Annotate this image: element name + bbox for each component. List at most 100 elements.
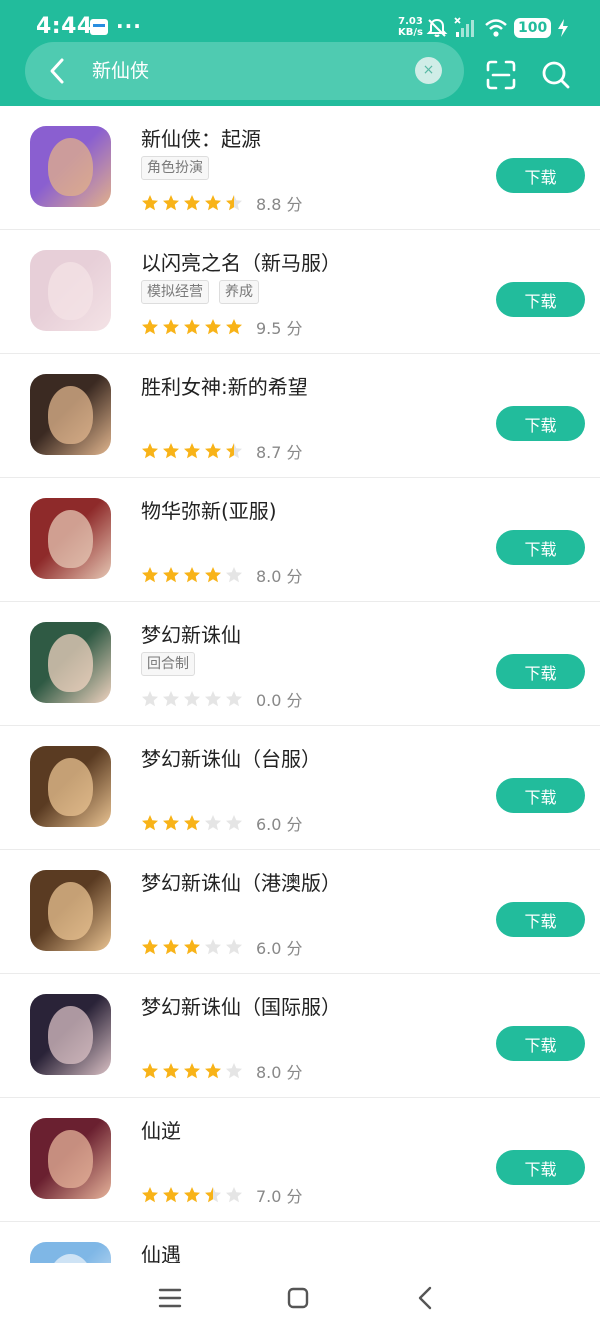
app-name[interactable]: 梦幻新诛仙（台服） [141,743,321,772]
mute-bell-icon [426,18,448,37]
list-item[interactable]: 梦幻新诛仙（台服） 6.0 分 下载 [0,726,600,850]
app-tag: 回合制 [141,652,195,676]
star-rating [141,1062,243,1080]
app-icon[interactable] [30,1118,111,1199]
star-icon [184,1063,200,1079]
star-rating [141,318,243,336]
home-square-icon [287,1287,309,1309]
app-icon-figure [48,634,93,692]
star-icon [184,1187,200,1203]
download-button[interactable]: 下载 [496,902,585,937]
star-icon [184,319,200,335]
star-icon [226,1063,242,1079]
clear-search-button[interactable]: × [415,57,442,84]
app-icon[interactable] [30,870,111,951]
download-button[interactable]: 下载 [496,282,585,317]
app-icon[interactable] [30,746,111,827]
download-button[interactable]: 下载 [496,158,585,193]
star-icon [142,1063,158,1079]
app-name[interactable]: 梦幻新诛仙（港澳版） [141,867,341,896]
score-text: 6.0 分 [256,939,303,958]
star-icon [184,691,200,707]
battery-level: 100 [514,18,552,38]
status-bar: 4:44 ··· 7.03 KB/s 100 [0,0,600,40]
app-icon[interactable] [30,498,111,579]
download-button[interactable]: 下载 [496,406,585,441]
app-name[interactable]: 梦幻新诛仙（国际服） [141,991,341,1020]
star-icon [184,195,200,211]
app-name[interactable]: 新仙侠：起源 [141,123,261,152]
status-time: 4:44 [36,14,93,39]
list-item[interactable]: 梦幻新诛仙（港澳版） 6.0 分 下载 [0,850,600,974]
star-icon [205,1187,221,1203]
search-results-list: 新仙侠：起源 角色扮演 8.8 分下载 以闪亮之名（新马服） 模拟经营 养成 9.5 分下载… [0,106,600,1263]
list-item[interactable]: 胜利女神:新的希望 8.7 分 下载 [0,354,600,478]
list-item[interactable]: 新仙侠：起源 角色扮演 8.8 分 下载 [0,106,600,230]
app-icon[interactable] [30,250,111,331]
star-icon [184,815,200,831]
search-button[interactable] [539,58,573,92]
download-button[interactable]: 下载 [496,1026,585,1061]
app-name[interactable]: 胜利女神:新的希望 [141,371,308,400]
app-tags: 回合制 [141,652,195,676]
app-name[interactable]: 梦幻新诛仙 [141,619,241,648]
star-icon [226,195,242,211]
search-input[interactable] [92,55,402,87]
star-rating [141,194,243,212]
home-button[interactable] [281,1281,315,1315]
star-icon [163,939,179,955]
wifi-icon [485,19,507,37]
app-icon[interactable] [30,126,111,207]
app-name[interactable]: 物华弥新(亚服) [141,495,277,524]
star-icon [163,567,179,583]
list-item[interactable]: 仙逆 7.0 分 下载 [0,1098,600,1222]
rating: 8.7 分 [141,439,303,463]
score-text: 8.0 分 [256,1063,303,1082]
score-text: 7.0 分 [256,1187,303,1206]
list-item[interactable]: 仙遇 [0,1222,600,1263]
download-button[interactable]: 下载 [496,654,585,689]
star-icon [163,1063,179,1079]
download-button[interactable]: 下载 [496,530,585,565]
charging-icon [558,19,569,37]
app-icon[interactable] [30,374,111,455]
app-tags: 模拟经营 养成 [141,280,259,304]
app-tag: 养成 [219,280,259,304]
score-text: 0.0 分 [256,691,303,710]
list-item[interactable]: 以闪亮之名（新马服） 模拟经营 养成 9.5 分 下载 [0,230,600,354]
rating: 7.0 分 [141,1183,303,1207]
score-text: 8.0 分 [256,567,303,586]
star-rating [141,442,243,460]
list-item[interactable]: 物华弥新(亚服) 8.0 分 下载 [0,478,600,602]
app-icon[interactable] [30,622,111,703]
star-icon [205,195,221,211]
net-speed-unit: KB/s [398,27,423,38]
app-tag: 角色扮演 [141,156,209,180]
recent-apps-button[interactable] [153,1281,187,1315]
star-rating [141,690,243,708]
nav-back-button[interactable] [409,1281,443,1315]
rating: 6.0 分 [141,811,303,835]
scan-button[interactable] [484,58,518,92]
list-item[interactable]: 梦幻新诛仙回合制 0.0 分 下载 [0,602,600,726]
app-tags: 角色扮演 [141,156,209,180]
download-button[interactable]: 下载 [496,778,585,813]
app-name[interactable]: 仙遇 [141,1239,181,1263]
star-icon [142,1187,158,1203]
star-icon [184,939,200,955]
download-button[interactable]: 下载 [496,1150,585,1185]
back-button[interactable] [40,54,74,88]
star-rating [141,938,243,956]
app-icon[interactable] [30,994,111,1075]
rating: 6.0 分 [141,935,303,959]
star-icon [226,319,242,335]
rating: 9.5 分 [141,315,303,339]
star-icon [163,319,179,335]
app-name[interactable]: 仙逆 [141,1115,181,1144]
list-item[interactable]: 梦幻新诛仙（国际服） 8.0 分 下载 [0,974,600,1098]
back-arrow-icon [50,58,64,84]
star-icon [205,1063,221,1079]
app-icon[interactable] [30,1242,111,1263]
app-name[interactable]: 以闪亮之名（新马服） [141,247,341,276]
nav-back-icon [418,1286,432,1310]
